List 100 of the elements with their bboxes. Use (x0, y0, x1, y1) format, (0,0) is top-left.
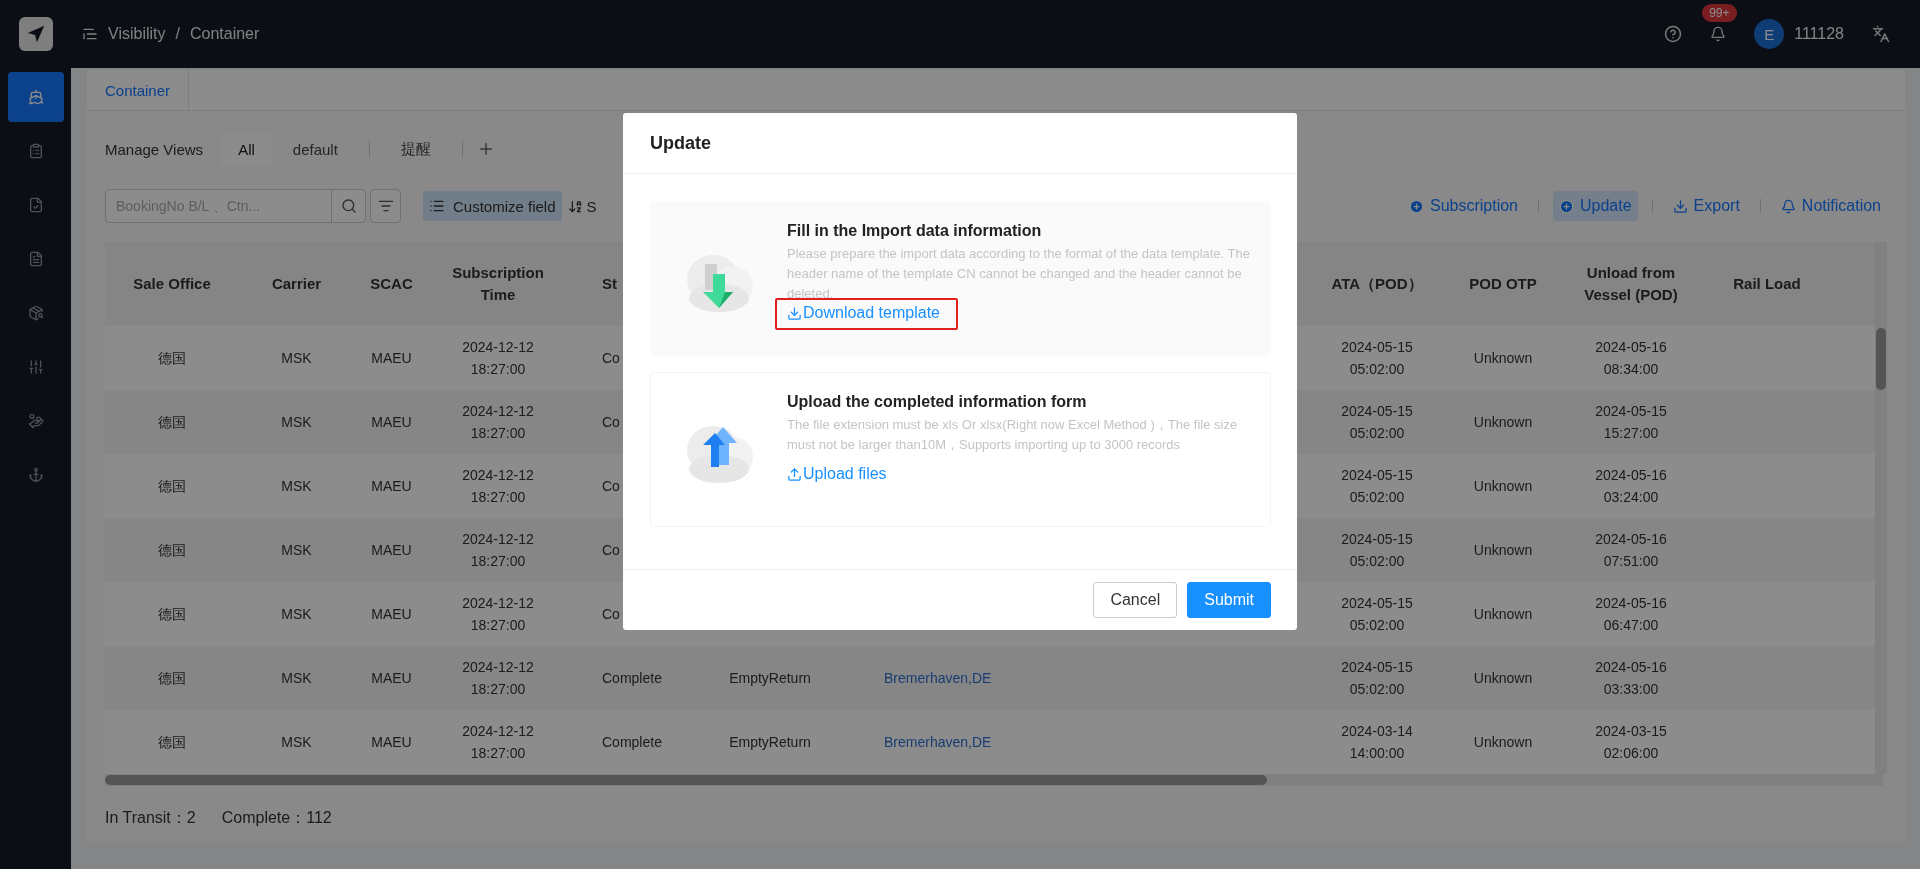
toolbar-button[interactable]: Export (1666, 191, 1746, 221)
table-cell-text: MSK (281, 733, 312, 752)
table-cell-text: Unknown (1473, 733, 1533, 752)
download-link[interactable]: Download template (787, 304, 940, 322)
sidebar-item[interactable] (7, 72, 64, 122)
table-cell-text: Unknown (1473, 413, 1533, 432)
plus-circle-icon (1408, 198, 1424, 214)
table-cell-text: 2024-12-12 18:27:00 (461, 338, 535, 379)
table-cell-text: MAEU (371, 477, 412, 496)
table-cell-text: 德国 (158, 413, 186, 432)
table-cell-text: 2024-05-16 03:33:00 (1594, 658, 1668, 699)
dialog-title: Update (650, 132, 711, 154)
table-cell-text: 德国 (158, 669, 186, 688)
table-cell-text: MAEU (371, 349, 412, 368)
view-tab[interactable]: default (275, 133, 355, 165)
breadcrumb-current: Container (189, 25, 260, 43)
customize-field-button[interactable]: Customize field (423, 191, 562, 221)
table-cell-text: 德国 (158, 605, 186, 624)
table-cell-text: 2024-12-12 18:27:00 (461, 594, 535, 635)
table-cell-text: 2024-05-16 08:34:00 (1594, 338, 1668, 379)
step-title: Upload the completed information form (787, 393, 1088, 411)
column-header: Rail Load (1733, 274, 1801, 294)
hand-coins-icon (27, 413, 44, 429)
page-tab[interactable]: Container (87, 70, 190, 110)
table-cell-text: 德国 (158, 541, 186, 560)
toolbar-button[interactable]: Update (1553, 191, 1638, 221)
sort-icon[interactable] (567, 198, 583, 214)
user-name: 111128 (1794, 25, 1844, 43)
port-link[interactable]: Bremerhaven,DE (884, 670, 992, 686)
table-cell-text: 2024-05-15 05:02:00 (1340, 658, 1414, 699)
list-icon (429, 198, 445, 214)
upload-link[interactable]: Upload files (787, 465, 887, 483)
table-cell-text: Unknown (1473, 669, 1533, 688)
upload-icon (787, 466, 802, 482)
table-cell-text: 2024-05-16 06:47:00 (1594, 594, 1668, 635)
help-icon[interactable] (1664, 25, 1683, 43)
cancel-button[interactable]: Cancel (1093, 582, 1178, 618)
table-cell-text: MAEU (371, 733, 412, 752)
table-cell-text: 2024-12-12 18:27:00 (461, 530, 535, 571)
table-cell-text: Complete (602, 669, 662, 688)
table-cell-text: MSK (281, 605, 312, 624)
horizontal-scrollbar[interactable] (105, 774, 1883, 786)
table-cell-text: 2024-05-16 03:24:00 (1594, 466, 1668, 507)
port-link[interactable]: Bremerhaven,DE (884, 734, 992, 750)
table-cell-text: Unknown (1473, 541, 1533, 560)
column-header: POD OTP (1469, 274, 1537, 294)
column-header: Carrier (271, 274, 322, 294)
sort-label[interactable]: S (586, 197, 597, 215)
column-header: St (602, 274, 617, 294)
table-cell-text: 2024-03-15 02:06:00 (1594, 722, 1668, 763)
language-icon[interactable] (1872, 25, 1890, 43)
package-icon (27, 305, 44, 321)
manage-views-link[interactable]: Manage Views (105, 140, 204, 158)
table-cell-text: 2024-05-15 05:02:00 (1340, 466, 1414, 507)
step-description: The file extension must be xls Or xlsx(Right now Excel Method )，The file size must not be larger than10M，Supports importing up to 3000 records (787, 416, 1239, 454)
table-cell-text: 2024-12-12 18:27:00 (461, 466, 535, 507)
table-cell-text: 2024-05-16 07:51:00 (1594, 530, 1668, 571)
table-cell-text: MSK (281, 413, 312, 432)
table-cell-text: MSK (281, 541, 312, 560)
column-header: Sale Office (133, 274, 211, 294)
table-cell-text: 德国 (158, 733, 186, 752)
sliders-icon (27, 359, 44, 375)
table-cell-text: 2024-05-15 05:02:00 (1340, 530, 1414, 571)
filter-button[interactable] (370, 189, 401, 223)
table-cell-text: Co (602, 477, 620, 496)
table-cell-text: Co (602, 413, 620, 432)
plus-circle-icon (1559, 198, 1574, 214)
breadcrumb-separator: / (175, 25, 180, 43)
column-header: Subscription Time (451, 263, 545, 305)
user-avatar[interactable]: E (1754, 19, 1785, 49)
toolbar-button[interactable]: Subscription (1402, 191, 1524, 221)
table-cell-text: MAEU (371, 669, 412, 688)
breadcrumb-link[interactable]: Visibility (108, 25, 166, 43)
table-cell-text: 德国 (158, 349, 186, 368)
table-cell-text: MAEU (371, 413, 412, 432)
notification-badge: 99+ (1702, 4, 1737, 22)
filter-icon (377, 198, 394, 214)
table-cell-text: Co (602, 605, 620, 624)
summary-count: In Transit：2 (105, 808, 196, 828)
menu-icon[interactable] (82, 26, 98, 42)
search-icon (340, 198, 357, 214)
submit-button[interactable]: Submit (1187, 582, 1271, 618)
document-check-icon (27, 197, 44, 213)
table-cell-text: 2024-05-15 05:02:00 (1340, 402, 1414, 443)
table-cell-text: 2024-12-12 18:27:00 (461, 402, 535, 443)
table-cell-text: MAEU (371, 541, 412, 560)
vertical-scrollbar[interactable] (1875, 242, 1887, 774)
search-button[interactable] (331, 189, 366, 223)
table-cell-text: EmptyReturn (729, 669, 811, 688)
clipboard-icon (27, 143, 44, 159)
table-cell-text: Unknown (1473, 605, 1533, 624)
toolbar-button[interactable]: Notification (1774, 191, 1887, 221)
table-cell-text: MSK (281, 349, 312, 368)
ship-icon (27, 89, 44, 105)
bell-icon (1780, 198, 1796, 214)
table-cell-text: 2024-05-15 05:02:00 (1340, 594, 1414, 635)
view-tab[interactable]: 提醒 (383, 132, 448, 166)
logo (19, 17, 53, 51)
column-header: SCAC (370, 274, 413, 294)
column-header: ATA（POD） (1331, 274, 1423, 294)
